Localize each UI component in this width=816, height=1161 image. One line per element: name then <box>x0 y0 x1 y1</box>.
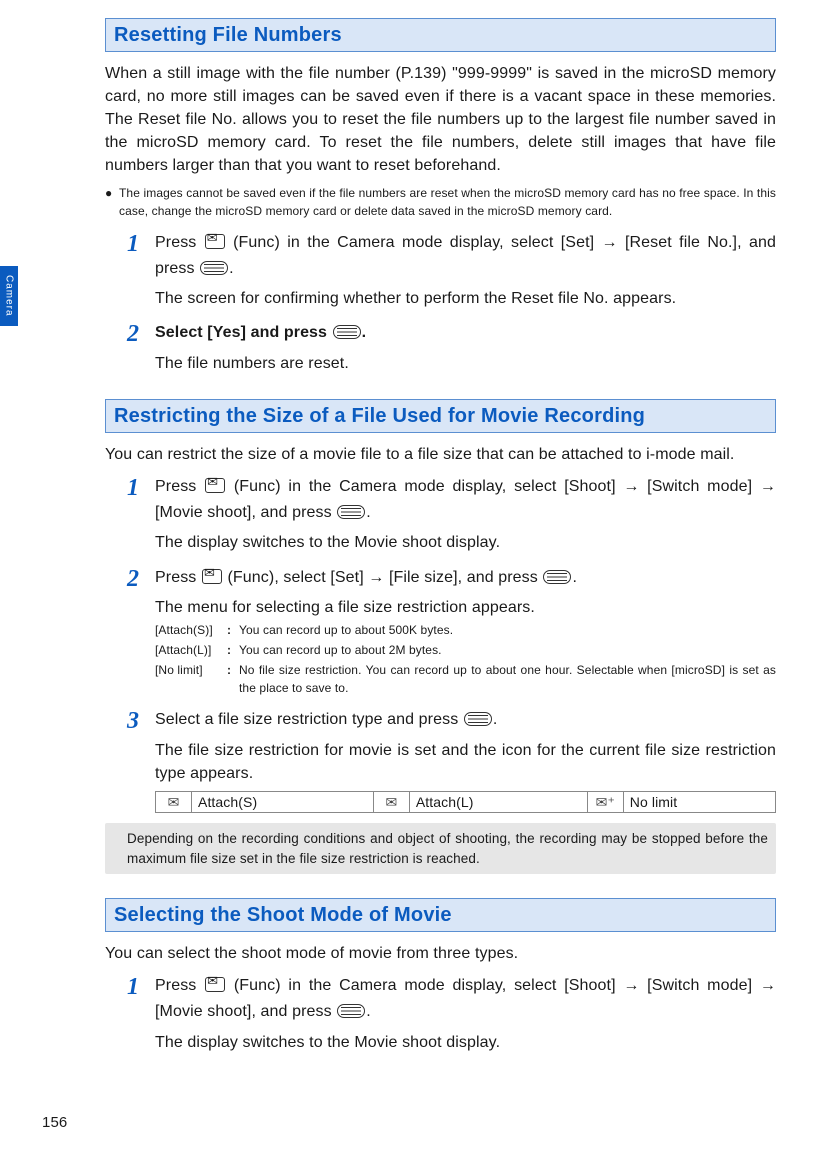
step-text: Press <box>155 478 204 495</box>
menu-icon <box>200 261 228 275</box>
step-number: 1 <box>127 973 155 1053</box>
step-number: 1 <box>127 474 155 554</box>
step-text: . <box>366 504 371 521</box>
menu-icon <box>543 570 571 584</box>
side-tab-camera: Camera <box>0 266 18 326</box>
step-number: 2 <box>127 565 155 698</box>
icon-table: ✉ Attach(S) ✉ Attach(L) ✉⁺ No limit <box>155 791 776 813</box>
bullet-item: ● The images cannot be saved even if the… <box>105 185 776 220</box>
step-note: The menu for selecting a file size restr… <box>155 596 776 619</box>
intro-reset: When a still image with the file number … <box>105 62 776 177</box>
attach-l-icon: ✉ <box>385 795 397 809</box>
option-row: [No limit] : No file size restriction. Y… <box>155 661 776 697</box>
intro-shootmode: You can select the shoot mode of movie f… <box>105 942 776 965</box>
step-number: 1 <box>127 230 155 310</box>
mail-icon <box>202 569 222 584</box>
step: 1 Press (Func) in the Camera mode displa… <box>105 973 776 1053</box>
step-text: . <box>493 711 498 728</box>
menu-icon <box>337 505 365 519</box>
step: 2 Select [Yes] and press . The file numb… <box>105 320 776 375</box>
menu-icon <box>337 1004 365 1018</box>
step-text: Press <box>155 234 204 251</box>
step-text: Press <box>155 977 204 994</box>
step-text: (Func) in the Camera mode display, selec… <box>155 478 776 521</box>
step-note: The file numbers are reset. <box>155 352 776 375</box>
page-number: 156 <box>42 1114 67 1131</box>
step-text: . <box>229 260 234 277</box>
step-text: . <box>572 569 577 586</box>
step-text: (Func) in the Camera mode display, selec… <box>155 234 776 277</box>
step-text: . <box>362 324 367 341</box>
step-note: The display switches to the Movie shoot … <box>155 1031 776 1054</box>
step-note: The file size restriction for movie is s… <box>155 739 776 785</box>
note-box: Depending on the recording conditions an… <box>105 823 776 874</box>
menu-icon <box>333 325 361 339</box>
step-text: Select [Yes] and press <box>155 324 332 341</box>
step-text: Select a file size restriction type and … <box>155 711 463 728</box>
section-header-restrict: Restricting the Size of a File Used for … <box>105 399 776 433</box>
step: 1 Press (Func) in the Camera mode displa… <box>105 474 776 554</box>
step-text: Press <box>155 569 201 586</box>
option-row: [Attach(L)] : You can record up to about… <box>155 641 776 659</box>
mail-icon <box>205 977 225 992</box>
step: 1 Press (Func) in the Camera mode displa… <box>105 230 776 310</box>
icon-label: No limit <box>623 792 775 813</box>
step-text: (Func), select [Set] → [File size], and … <box>223 569 542 586</box>
intro-restrict: You can restrict the size of a movie fil… <box>105 443 776 466</box>
menu-icon <box>464 712 492 726</box>
icon-label: Attach(S) <box>192 792 374 813</box>
step-note: The display switches to the Movie shoot … <box>155 531 776 554</box>
step-note: The screen for confirming whether to per… <box>155 287 776 310</box>
step-text: . <box>366 1003 371 1020</box>
no-limit-icon: ✉⁺ <box>596 795 615 809</box>
section-header-shootmode: Selecting the Shoot Mode of Movie <box>105 898 776 932</box>
mail-icon <box>205 234 225 249</box>
step-number: 3 <box>127 707 155 813</box>
attach-s-icon: ✉ <box>168 795 180 809</box>
step: 2 Press (Func), select [Set] → [File siz… <box>105 565 776 698</box>
step: 3 Select a file size restriction type an… <box>105 707 776 813</box>
step-text: (Func) in the Camera mode display, selec… <box>155 977 776 1020</box>
step-number: 2 <box>127 320 155 375</box>
section-header-reset: Resetting File Numbers <box>105 18 776 52</box>
icon-label: Attach(L) <box>409 792 587 813</box>
option-row: [Attach(S)] : You can record up to about… <box>155 621 776 639</box>
mail-icon <box>205 478 225 493</box>
